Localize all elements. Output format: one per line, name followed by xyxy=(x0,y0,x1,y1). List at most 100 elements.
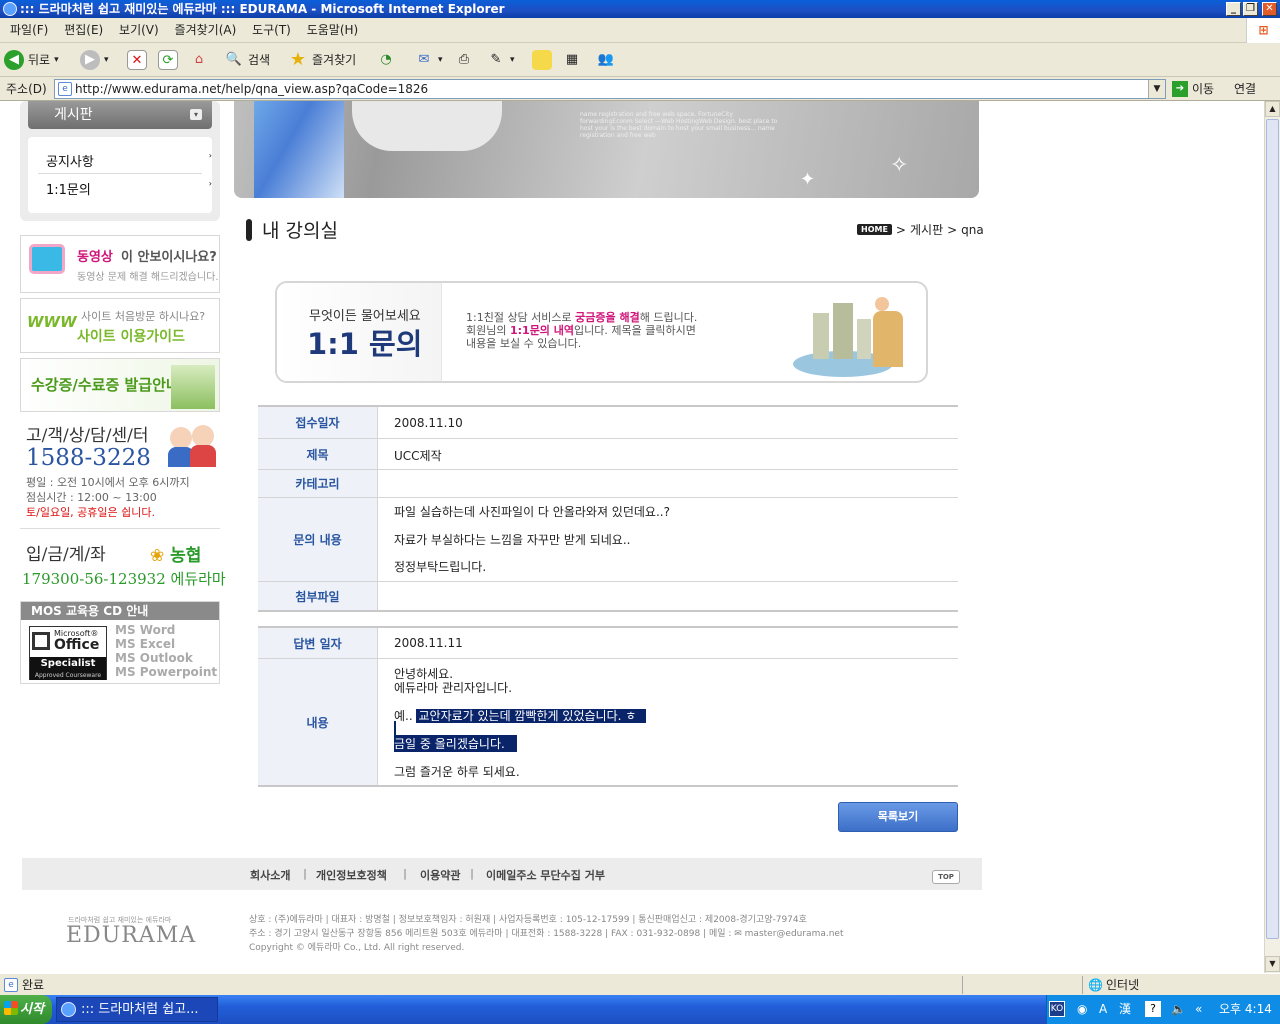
stop-button[interactable]: ✕ xyxy=(127,47,147,73)
menu-help[interactable]: 도움말(H) xyxy=(301,18,365,43)
intro-text: 해 드립니다. xyxy=(639,311,698,324)
address-url: http://www.edurama.net/help/qna_view.asp… xyxy=(75,82,429,96)
keyboard-icon[interactable]: KO xyxy=(1049,1001,1065,1017)
breadcrumb-home[interactable]: HOME xyxy=(857,224,892,235)
sparkle-icon: ✧ xyxy=(890,153,909,178)
print-button[interactable]: ⎙ xyxy=(454,47,474,73)
history-button[interactable]: ◔ xyxy=(376,47,396,73)
footer-separator: | xyxy=(470,867,475,880)
footer-link-company[interactable]: 회사소개 xyxy=(250,867,290,883)
links-label[interactable]: 연결 xyxy=(1234,80,1256,97)
page-status-icon: e xyxy=(4,978,18,992)
note-icon xyxy=(532,50,552,70)
back-button[interactable]: ◀ 뒤로 ▾ xyxy=(4,47,59,73)
window-title: ::: 드라마처럼 쉽고 재미있는 에듀라마 ::: EDURAMA - Mic… xyxy=(20,2,505,16)
search-button[interactable]: 🔍 검색 xyxy=(224,47,270,73)
footer-link-terms[interactable]: 이용약관 xyxy=(420,867,460,883)
mail-button[interactable]: ✉ ▾ xyxy=(414,47,443,73)
question-body-line: 자료가 부실하다는 느낌을 자꾸만 받게 되네요.. xyxy=(394,533,631,547)
board-menu-title: 게시판 ▾ xyxy=(28,101,212,129)
answer-body-line: 그럼 즐거운 하루 되세요. xyxy=(394,765,520,779)
history-icon: ◔ xyxy=(380,52,392,67)
footer-link-privacy[interactable]: 개인정보호정책 xyxy=(316,867,387,883)
favorites-button[interactable]: ★ 즐겨찾기 xyxy=(288,47,356,73)
question-body-line: 파일 실습하는데 사진파일이 다 안올라와져 있던데요..? xyxy=(394,505,670,519)
address-dropdown-icon[interactable]: ▼ xyxy=(1148,80,1165,98)
start-button[interactable]: 시작 xyxy=(0,995,52,1024)
scroll-thumb[interactable] xyxy=(1266,119,1279,939)
messenger-button[interactable]: 👥 xyxy=(596,47,616,73)
home-icon: ⌂ xyxy=(194,52,204,67)
question-category-row: 카테고리 xyxy=(258,470,958,498)
breadcrumb-board[interactable]: 게시판 xyxy=(910,221,943,238)
customer-center-phone: 1588-3228 xyxy=(26,445,151,471)
go-button[interactable]: ➔ 이동 xyxy=(1172,80,1214,97)
window-title-bar[interactable]: ::: 드라마처럼 쉽고 재미있는 에듀라마 ::: EDURAMA - Mic… xyxy=(0,0,1280,18)
page-scrollbar[interactable]: ▲ ▼ xyxy=(1264,101,1280,973)
question-date: 2008.11.10 xyxy=(394,416,463,430)
certificate-banner-title: 수강증/수료증 발급안내 xyxy=(31,376,180,394)
font-icon[interactable]: A xyxy=(1099,995,1107,1024)
globe-icon: 🌐 xyxy=(1088,978,1103,992)
edit-button[interactable]: ✎ ▾ xyxy=(486,47,515,73)
scroll-down-icon[interactable]: ▼ xyxy=(1265,956,1280,972)
dropdown-icon: ▾ xyxy=(190,109,202,120)
buildings-icon xyxy=(171,365,215,409)
question-subject: UCC제작 xyxy=(394,449,442,463)
sidebar-item-notice[interactable]: 공지사항 › xyxy=(46,151,212,170)
language-icon[interactable]: ◉ xyxy=(1077,995,1087,1024)
breadcrumb-separator: > xyxy=(895,222,906,237)
go-label: 이동 xyxy=(1192,82,1215,96)
research-button[interactable]: ▦ xyxy=(562,47,582,73)
question-subject-label: 제목 xyxy=(258,439,378,469)
breadcrumb-qna[interactable]: qna xyxy=(961,223,984,237)
sidebar-item-qna[interactable]: 1:1문의 › xyxy=(46,179,212,198)
footer-link-email-policy[interactable]: 이메일주소 무단수집 거부 xyxy=(486,867,605,883)
taskbar-item-ie[interactable]: ::: 드라마처럼 쉽고... xyxy=(56,997,218,1022)
star-icon: ★ xyxy=(289,49,307,70)
start-label: 시작 xyxy=(20,1002,44,1017)
site-guide-banner[interactable]: WWW 사이트 처음방문 하시나요? 사이트 이용가이드 xyxy=(20,298,220,353)
menu-file[interactable]: 파일(F) xyxy=(4,18,54,43)
scroll-up-icon[interactable]: ▲ xyxy=(1265,101,1280,117)
list-button[interactable]: 목록보기 xyxy=(838,802,958,832)
forward-button[interactable]: ▶ ▾ xyxy=(80,47,109,73)
maximize-button[interactable]: ❐ xyxy=(1243,2,1258,16)
top-button[interactable]: TOP xyxy=(932,870,960,884)
chevron-down-icon: ▾ xyxy=(104,55,109,65)
qna-intro-box: 무엇이든 물어보세요 1:1 문의 1:1친절 상담 서비스로 궁금증을 해결해… xyxy=(275,281,928,383)
breadcrumb-separator: > xyxy=(947,222,958,237)
chevron-down-icon: ▾ xyxy=(438,55,443,65)
hanja-ime-indicator[interactable]: 漢 xyxy=(1119,995,1131,1024)
customer-center-lunch: 점심시간 : 12:00 ~ 13:00 xyxy=(26,491,157,504)
footer-address-info: 주소 : 경기 고양시 일산동구 장항동 856 메리트원 503호 에듀라마 … xyxy=(249,929,844,939)
certificate-banner[interactable]: 수강증/수료증 발급안내 xyxy=(20,358,220,412)
refresh-button[interactable]: ⟳ xyxy=(158,47,178,73)
minimize-button[interactable]: _ xyxy=(1226,2,1241,16)
menu-view[interactable]: 보기(V) xyxy=(113,18,165,43)
volume-icon[interactable]: 🔈 xyxy=(1171,995,1186,1024)
customer-center: 고/객/상/담/센/터 1588-3228 평일 : 오전 10시에서 오후 6… xyxy=(20,417,220,527)
video-help-banner[interactable]: 동영상 이 안보이시나요? 동영상 문제 해결 해드리겠습니다. xyxy=(20,235,220,293)
notes-button[interactable] xyxy=(532,47,552,73)
menu-edit[interactable]: 편집(E) xyxy=(58,18,109,43)
back-label: 뒤로 xyxy=(28,53,51,67)
footer-separator: | xyxy=(303,867,308,880)
home-button[interactable]: ⌂ xyxy=(189,47,209,73)
help-icon[interactable]: ? xyxy=(1145,1001,1161,1017)
favorites-label: 즐겨찾기 xyxy=(312,53,357,67)
close-button[interactable]: ✕ xyxy=(1262,2,1277,16)
counselors-icon xyxy=(168,419,218,469)
chevron-down-icon: ▾ xyxy=(54,55,59,65)
menu-tools[interactable]: 도구(T) xyxy=(246,18,297,43)
back-arrow-icon: ◀ xyxy=(4,50,24,70)
address-input[interactable]: e http://www.edurama.net/help/qna_view.a… xyxy=(54,79,1166,99)
question-body-label: 문의 내용 xyxy=(258,498,378,581)
show-hidden-icons[interactable]: « xyxy=(1195,995,1202,1024)
board-menu: 게시판 ▾ 공지사항 › 1:1문의 › xyxy=(20,101,220,221)
footer-copyright: Copyright © 에듀라마 Co., Ltd. All right res… xyxy=(249,943,465,953)
answer-body-line: 예.. 교안자료가 있는데 깜빡한게 있었습니다. ㅎ xyxy=(394,707,647,724)
menu-favorites[interactable]: 즐겨찾기(A) xyxy=(169,18,243,43)
status-zone: 인터넷 xyxy=(1106,978,1140,992)
mos-cd-banner[interactable]: MOS 교육용 CD 안내 Microsoft® Office Speciali… xyxy=(20,601,220,684)
